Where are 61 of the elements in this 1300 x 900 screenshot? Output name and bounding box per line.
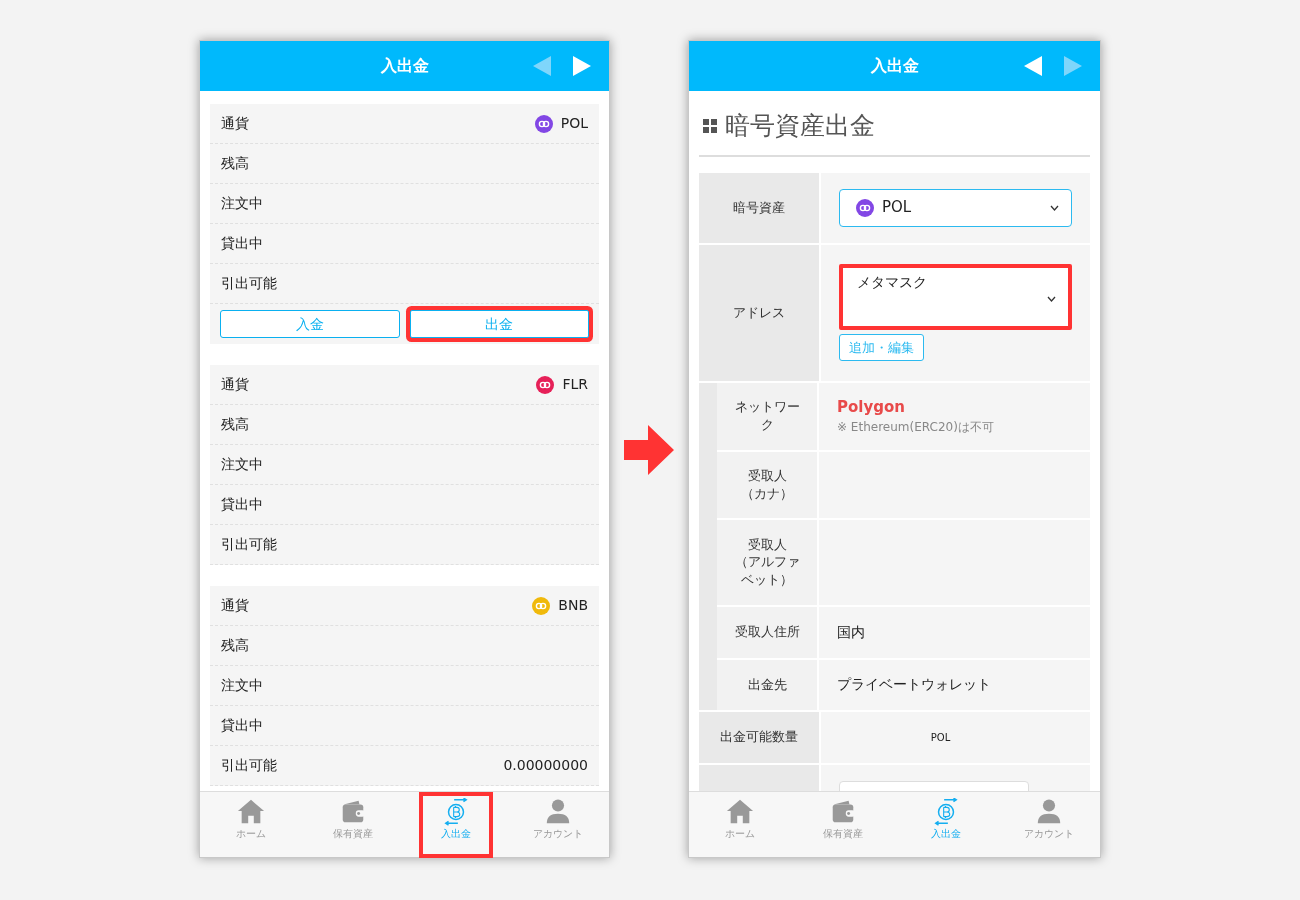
row-label: 注文中: [221, 194, 263, 213]
field-label: ベット）: [741, 570, 793, 589]
field-label: 受取人: [747, 535, 787, 554]
row-label: 貸出中: [221, 495, 263, 514]
page-title: 暗号資産出金: [725, 110, 875, 142]
chevron-down-icon: [1047, 295, 1056, 302]
row-label: 貸出中: [221, 716, 263, 735]
row-label: 残高: [221, 415, 249, 434]
back-arrow-icon[interactable]: [533, 56, 551, 76]
row-value: 0.00000000: [503, 756, 588, 775]
currency-name: BNB: [558, 596, 588, 615]
field-label: 出金先: [747, 675, 787, 694]
field-label: 受取人住所: [734, 623, 800, 641]
field-value: 国内: [837, 622, 866, 642]
tab-bar-item[interactable]: 入出金: [908, 792, 983, 858]
chevron-down-icon: [1050, 204, 1059, 211]
action-button[interactable]: 入金: [220, 310, 400, 338]
network-name: Polygon: [837, 396, 906, 418]
tab-bar-item[interactable]: ホーム: [703, 792, 778, 858]
select-value: POL: [882, 197, 913, 219]
field-label: ネットワー: [734, 398, 800, 416]
field-label: 受取人: [747, 466, 787, 485]
field-label: 暗号資産: [699, 172, 819, 243]
field-value: POL: [930, 730, 951, 745]
right-arrow-icon: [624, 425, 674, 475]
row-label: 貸出中: [221, 234, 263, 253]
row-label: 残高: [221, 154, 249, 173]
header-title: 入出金: [869, 55, 920, 77]
row-label: 引出可能: [221, 274, 277, 293]
currency-select[interactable]: POL: [839, 188, 1072, 227]
row-label: 残高: [221, 636, 249, 655]
tab-bar-item[interactable]: 保有資産: [806, 792, 881, 858]
tab-bar-item[interactable]: アカウント: [1011, 792, 1086, 858]
row-label: 引出可能: [221, 756, 277, 775]
row-label: 注文中: [221, 455, 263, 474]
tab-bar-item[interactable]: 入出金: [418, 792, 493, 858]
field-label: （カナ）: [741, 484, 793, 503]
tab-bar-item[interactable]: ホーム: [214, 792, 289, 858]
forward-arrow-icon[interactable]: [1064, 56, 1082, 76]
field-label: 出金可能数量: [699, 711, 819, 763]
forward-arrow-icon[interactable]: [573, 56, 591, 76]
network-note: ※ Ethereum(ERC20)は不可: [837, 419, 995, 437]
row-label: 通貨: [221, 114, 249, 133]
tab-bar-item[interactable]: 保有資産: [316, 792, 391, 858]
field-value: プライベートウォレット: [837, 675, 992, 694]
grid-icon: [703, 118, 717, 133]
row-label: 通貨: [221, 596, 249, 615]
address-select[interactable]: メタマスク: [839, 263, 1072, 330]
currency-name: FLR: [562, 375, 588, 394]
field-label: （アルファ: [734, 553, 800, 571]
currency-name: POL: [560, 114, 588, 133]
back-arrow-icon[interactable]: [1024, 56, 1042, 76]
edit-button[interactable]: 追加・編集: [839, 333, 924, 362]
field-label: アドレス: [699, 244, 819, 381]
field-label: ク: [760, 416, 774, 434]
row-label: 注文中: [221, 676, 263, 695]
tab-bar-item[interactable]: アカウント: [520, 792, 595, 858]
row-label: 引出可能: [221, 535, 277, 554]
header-title: 入出金: [379, 55, 430, 77]
row-label: 通貨: [221, 375, 249, 394]
select-value: メタマスク: [857, 272, 927, 292]
